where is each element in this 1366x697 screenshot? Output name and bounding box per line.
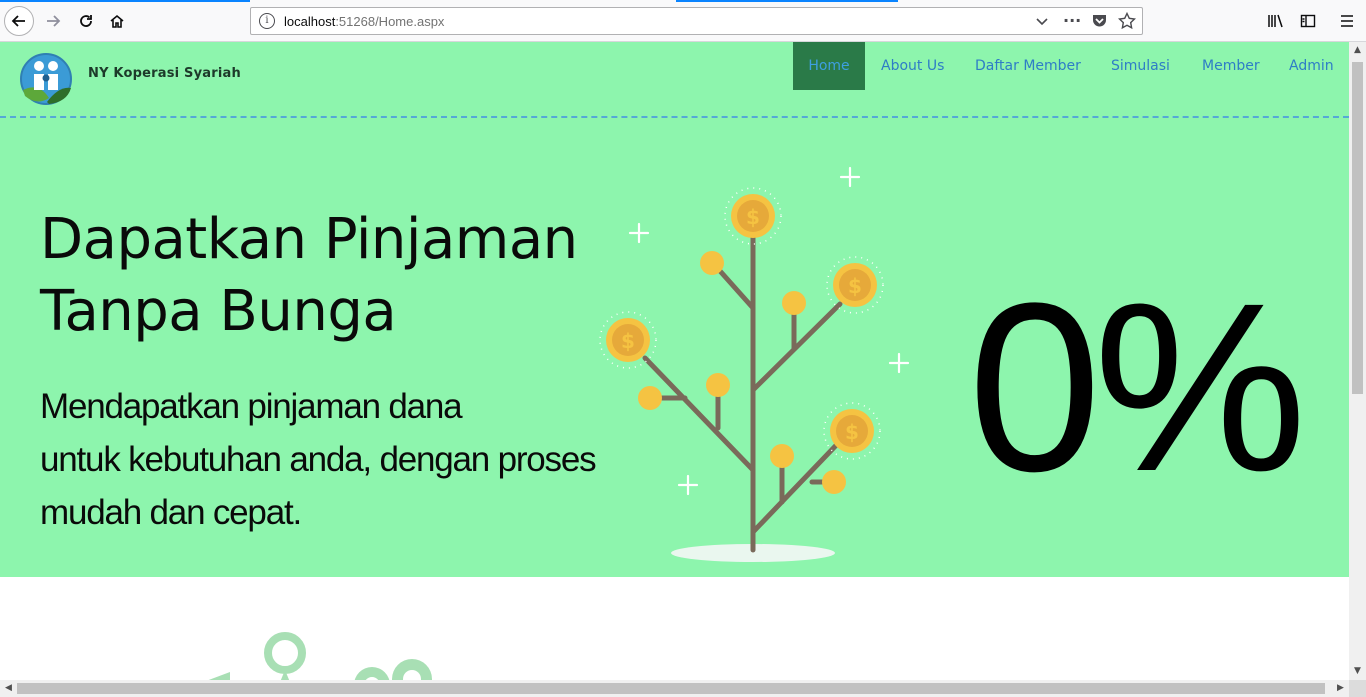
tab-indicator-left bbox=[0, 0, 250, 2]
scroll-up-icon[interactable]: ▲ bbox=[1349, 42, 1366, 59]
horizontal-scrollbar[interactable]: ◀ ▶ bbox=[0, 680, 1349, 697]
scroll-down-icon[interactable]: ▼ bbox=[1349, 663, 1366, 680]
svg-text:$: $ bbox=[848, 274, 862, 298]
svg-text:$: $ bbox=[746, 205, 760, 229]
browser-toolbar: i localhost:51268/Home.aspx ··· bbox=[0, 0, 1366, 42]
library-icon[interactable] bbox=[1261, 6, 1291, 36]
info-icon[interactable]: i bbox=[259, 13, 275, 29]
url-path: :51268/Home.aspx bbox=[335, 14, 445, 29]
hero-subtitle-line-2: untuk kebutuhan anda, dengan proses bbox=[40, 440, 597, 479]
svg-text:$: $ bbox=[845, 420, 859, 444]
menu-icon[interactable] bbox=[1332, 6, 1362, 36]
hero-section: NY Koperasi Syariah Home About Us Daftar… bbox=[0, 42, 1349, 577]
page-viewport: NY Koperasi Syariah Home About Us Daftar… bbox=[0, 42, 1349, 680]
zero-percent-text: 0% bbox=[968, 253, 1307, 521]
hero-subtitle-line-3: mudah dan cepat. bbox=[40, 493, 302, 532]
hero-subtitle-line-1: Mendapatkan pinjaman dana bbox=[40, 387, 463, 426]
home-icon[interactable] bbox=[102, 6, 132, 36]
nav-daftar-member[interactable]: Daftar Member bbox=[959, 42, 1097, 90]
hero-headline-line-2: Tanpa Bunga bbox=[40, 279, 397, 344]
hero-subtitle: Mendapatkan pinjaman dana untuk kebutuha… bbox=[40, 380, 640, 539]
dropdown-icon[interactable] bbox=[1035, 12, 1049, 34]
horizontal-scroll-thumb[interactable] bbox=[17, 683, 1325, 694]
hero-headline: Dapatkan Pinjaman Tanpa Bunga bbox=[40, 204, 578, 348]
forward-icon[interactable] bbox=[38, 6, 68, 36]
back-icon[interactable] bbox=[4, 6, 34, 36]
scroll-right-icon[interactable]: ▶ bbox=[1332, 680, 1349, 697]
vertical-scrollbar[interactable]: ▲ ▼ bbox=[1349, 42, 1366, 680]
url-text[interactable]: localhost:51268/Home.aspx bbox=[284, 14, 444, 29]
more-icon[interactable]: ··· bbox=[1063, 11, 1081, 30]
nav-home[interactable]: Home bbox=[793, 42, 865, 90]
site-navbar: NY Koperasi Syariah Home About Us Daftar… bbox=[0, 42, 1349, 118]
site-logo[interactable] bbox=[19, 52, 74, 107]
feature-illustration bbox=[208, 632, 432, 680]
scrollbar-corner bbox=[1349, 680, 1366, 697]
tab-indicator-mid bbox=[676, 0, 898, 2]
svg-text:$: $ bbox=[621, 329, 635, 353]
scroll-left-icon[interactable]: ◀ bbox=[0, 680, 17, 697]
money-tree-illustration: $ $ $ $ bbox=[599, 166, 910, 562]
bookmark-star-icon[interactable] bbox=[1117, 11, 1137, 34]
hero-headline-line-1: Dapatkan Pinjaman bbox=[40, 207, 578, 272]
nav-about-us[interactable]: About Us bbox=[865, 42, 960, 90]
reload-icon[interactable] bbox=[71, 6, 101, 36]
pocket-icon[interactable] bbox=[1091, 12, 1108, 34]
url-bar[interactable]: i localhost:51268/Home.aspx ··· bbox=[250, 7, 1143, 35]
nav-admin[interactable]: Admin bbox=[1273, 42, 1349, 90]
vertical-scroll-thumb[interactable] bbox=[1352, 62, 1363, 394]
nav-simulasi[interactable]: Simulasi bbox=[1095, 42, 1186, 90]
nav-member[interactable]: Member bbox=[1186, 42, 1276, 90]
site-brand[interactable]: NY Koperasi Syariah bbox=[88, 66, 241, 81]
sidebar-icon[interactable] bbox=[1293, 6, 1323, 36]
url-host: localhost bbox=[284, 14, 336, 29]
